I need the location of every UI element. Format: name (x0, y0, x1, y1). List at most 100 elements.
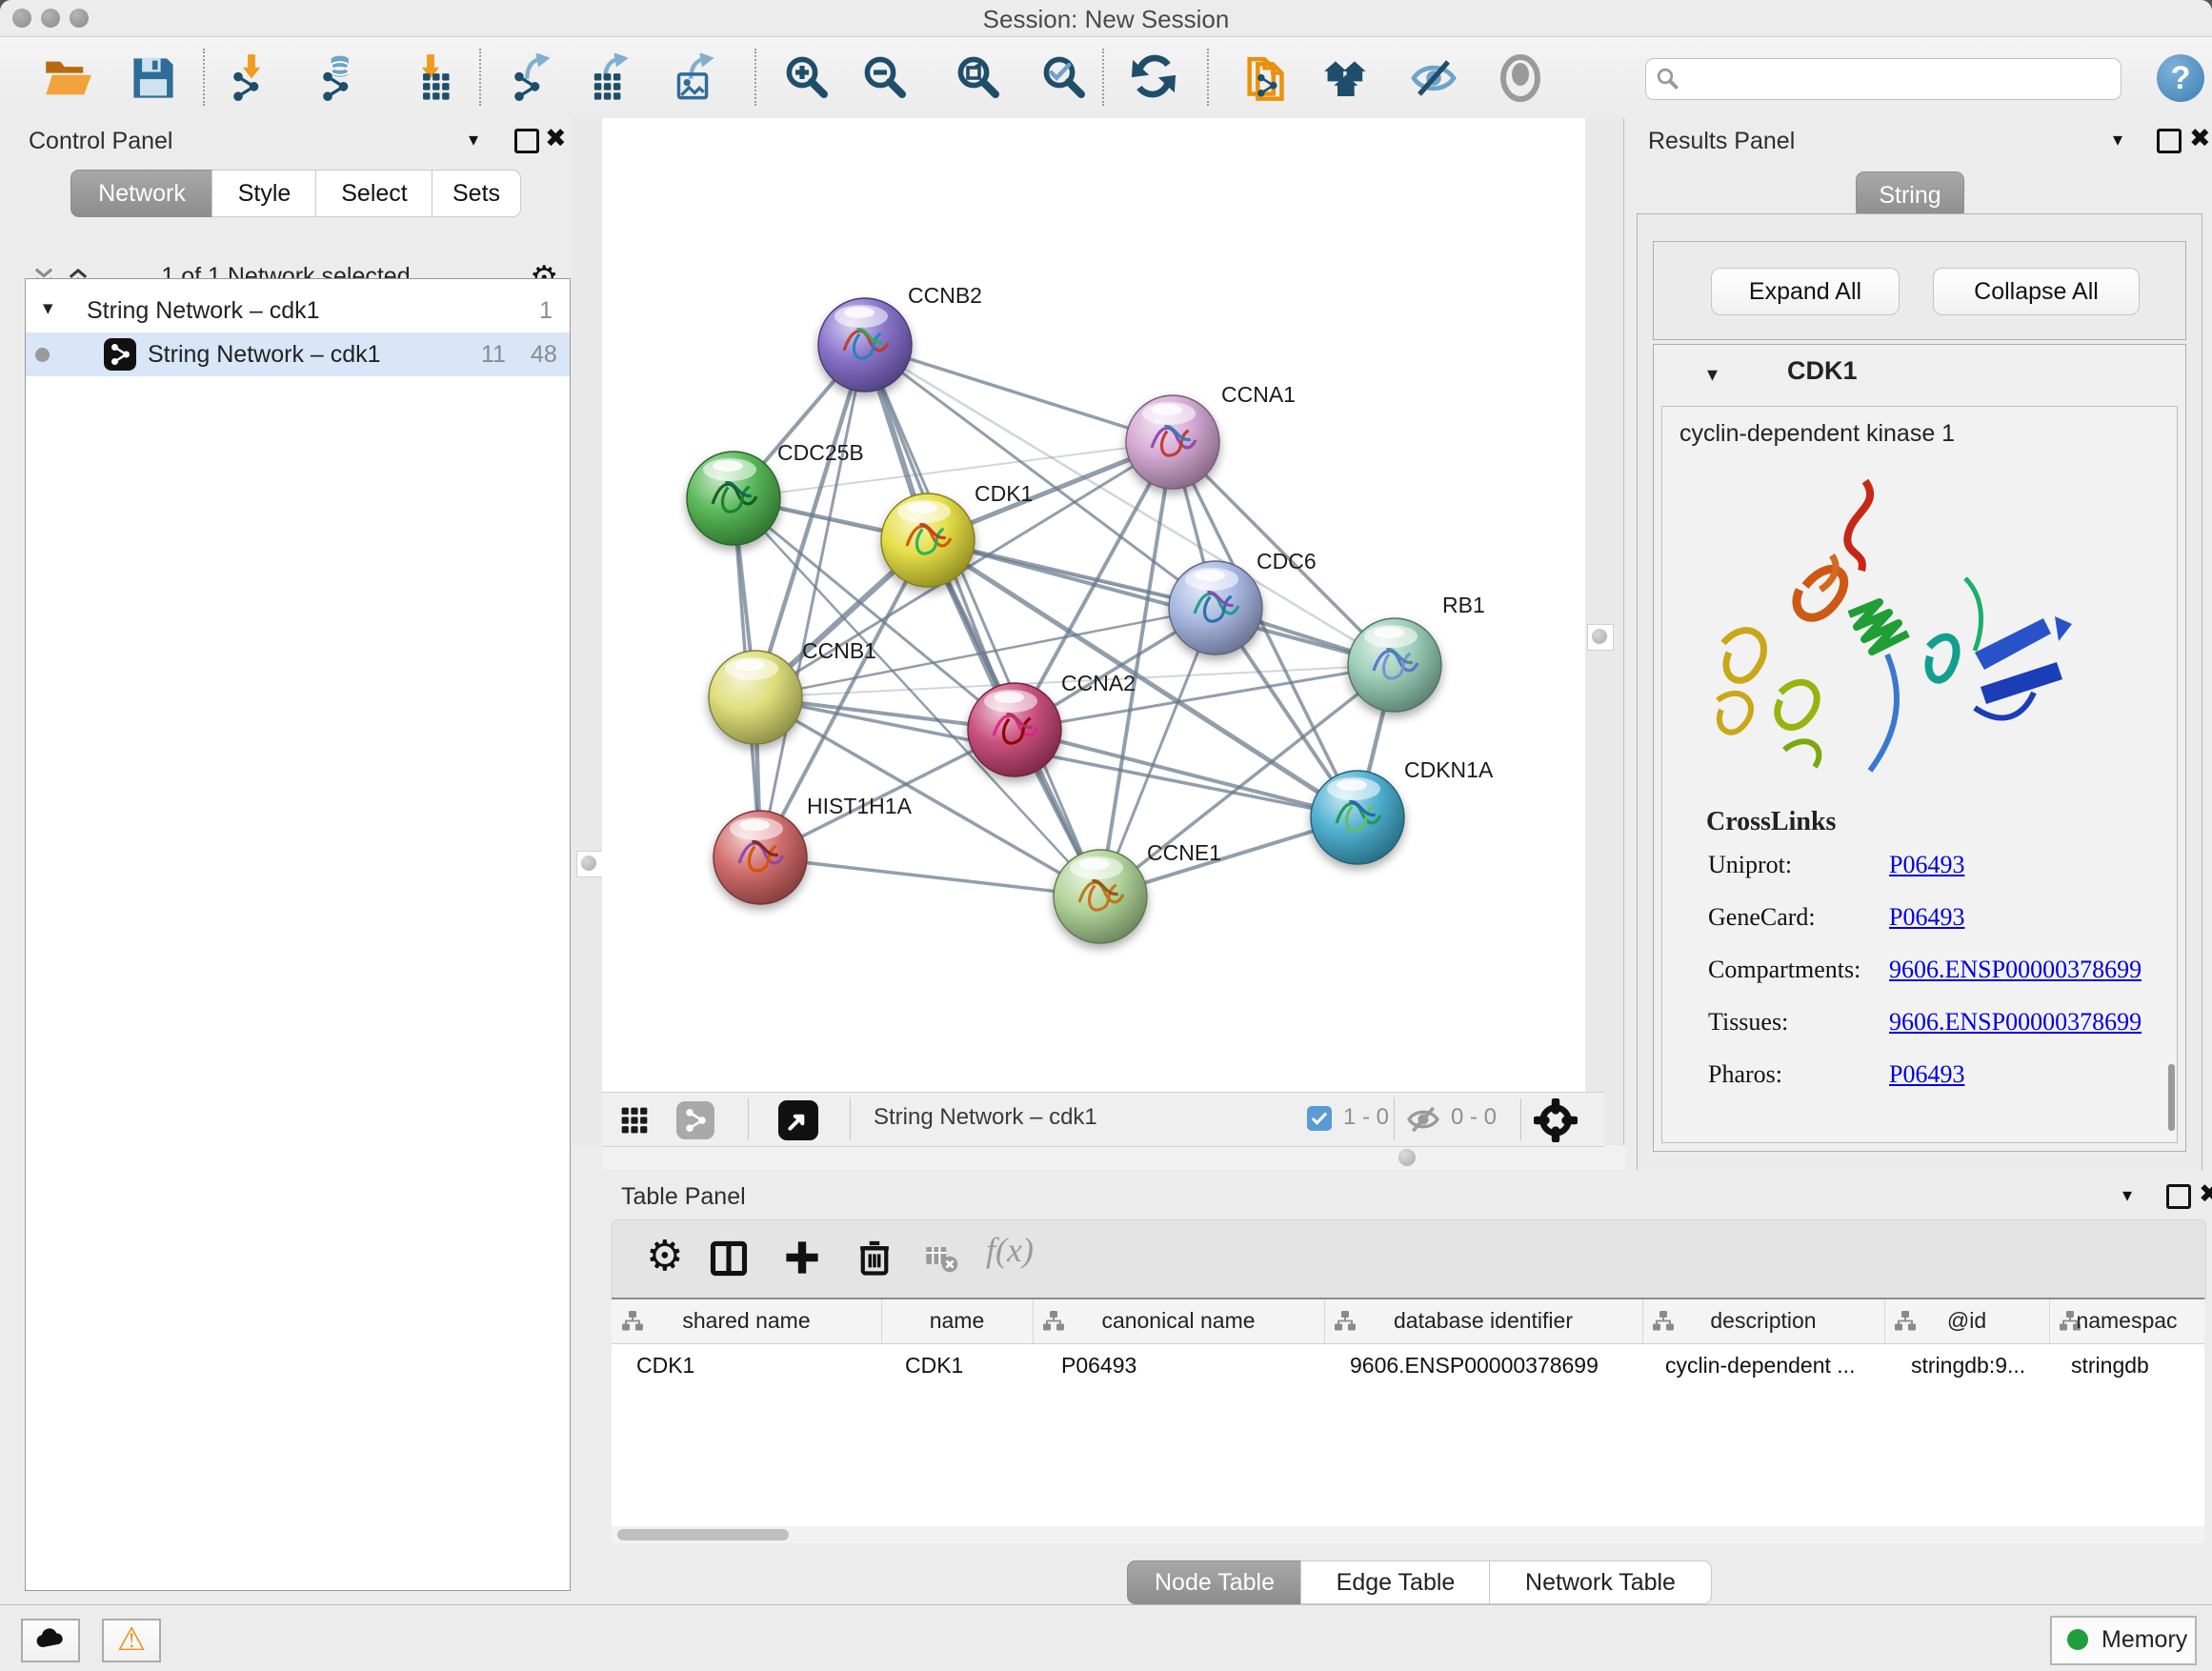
results-panel: Results Panel ▾ ✖ String Expand All Coll… (1625, 118, 2212, 1170)
string-results-container: Expand All Collapse All ▾ CDK1 cyclin-de… (1637, 213, 2202, 1250)
network-node-CDC25B[interactable] (687, 452, 780, 545)
network-collection-row[interactable]: ▾ String Network – cdk1 1 (26, 289, 570, 332)
network-node-CDK1[interactable] (881, 493, 975, 587)
network-canvas[interactable]: CCNB2CCNA1CDC25BCDK1CDC6RB1CCNB1CCNA2CDK… (602, 118, 1585, 1092)
tab-network-table[interactable]: Network Table (1489, 1560, 1712, 1604)
results-scrollbar-thumb[interactable] (2168, 1064, 2175, 1131)
network-node-label-CDC25B: CDC25B (777, 440, 864, 465)
tab-node-table[interactable]: Node Table (1127, 1560, 1302, 1604)
expand-collapse-box: Expand All Collapse All (1653, 241, 2186, 340)
column-header-database-identifier[interactable]: database identifier (1324, 1299, 1643, 1343)
tab-string[interactable]: String (1856, 171, 1964, 219)
table-options-gear-icon[interactable]: ⚙ (646, 1236, 683, 1278)
panel-float-icon[interactable] (514, 129, 539, 153)
export-table-button[interactable] (586, 53, 635, 103)
left-splitter[interactable] (572, 118, 604, 1145)
crosslink-compartments-link[interactable]: 9606.ENSP00000378699 (1889, 956, 2142, 984)
left-splitter-grip[interactable] (576, 851, 603, 877)
panel-float-icon[interactable] (2157, 129, 2182, 153)
show-all-eye-button[interactable] (1496, 53, 1545, 103)
network-node-CDKN1A[interactable] (1311, 771, 1404, 864)
warning-button[interactable]: ⚠ (102, 1619, 161, 1662)
import-network-file-button[interactable] (227, 53, 276, 103)
section-expander-icon[interactable]: ▾ (1707, 362, 1718, 387)
expand-all-button[interactable]: Expand All (1711, 268, 1900, 315)
footer-separator (1520, 1098, 1521, 1140)
first-neighbors-button[interactable] (1241, 53, 1291, 103)
network-edge-CCNB2-CCNA1[interactable] (865, 345, 1173, 442)
export-image-button[interactable] (672, 53, 721, 103)
column-header-canonical-name[interactable]: canonical name (1033, 1299, 1325, 1343)
open-session-button[interactable] (43, 53, 92, 103)
panel-menu-arrow-icon[interactable]: ▾ (2122, 1183, 2132, 1207)
panel-float-icon[interactable] (2166, 1184, 2191, 1209)
crosslink-row: Uniprot: P06493 (1662, 851, 2177, 902)
right-splitter[interactable] (1585, 118, 1626, 1145)
tree-expander-icon[interactable]: ▾ (43, 296, 53, 320)
tab-network[interactable]: Network (70, 170, 213, 217)
column-header-id[interactable]: @id (1884, 1299, 2050, 1343)
toolbar-search-box[interactable] (1645, 58, 2122, 100)
tab-sets[interactable]: Sets (432, 170, 521, 217)
column-header-shared-name[interactable]: shared name (612, 1299, 882, 1343)
tab-style[interactable]: Style (211, 170, 317, 217)
show-columns-icon[interactable] (708, 1238, 750, 1279)
tab-edge-table[interactable]: Edge Table (1300, 1560, 1491, 1604)
crosslink-row: Pharos: P06493 (1662, 1060, 2177, 1112)
save-session-button[interactable] (129, 53, 178, 103)
crosslink-uniprot-link[interactable]: P06493 (1889, 851, 1964, 879)
network-edge-HIST1H1A-CCNE1[interactable] (760, 857, 1100, 896)
scrollbar-thumb[interactable] (617, 1529, 789, 1540)
network-node-RB1[interactable] (1348, 618, 1441, 712)
hide-selected-button[interactable] (1323, 53, 1373, 103)
network-node-CCNA1[interactable] (1126, 395, 1219, 489)
selected-checkbox-icon[interactable] (1307, 1106, 1332, 1131)
export-network-button[interactable] (508, 53, 557, 103)
column-header-namespace[interactable]: namespac (2049, 1299, 2204, 1343)
column-header-name[interactable]: name (881, 1299, 1034, 1343)
network-node-CCNE1[interactable] (1054, 850, 1147, 943)
tab-select[interactable]: Select (315, 170, 433, 217)
panel-close-icon[interactable]: ✖ (2199, 1179, 2212, 1209)
crosslink-pharos-link[interactable]: P06493 (1889, 1060, 1964, 1089)
column-header-description[interactable]: description (1642, 1299, 1885, 1343)
delete-column-trash-icon[interactable] (855, 1237, 895, 1277)
network-node-CDC6[interactable] (1169, 561, 1262, 654)
zoom-fit-button[interactable] (955, 53, 1004, 103)
zoom-out-button[interactable] (861, 53, 911, 103)
import-network-database-button[interactable] (316, 53, 366, 103)
cloud-button[interactable] (21, 1619, 80, 1662)
panel-close-icon[interactable]: ✖ (2189, 124, 2211, 153)
zoom-in-button[interactable] (783, 53, 833, 103)
network-node-CCNA2[interactable] (968, 683, 1061, 776)
horizontal-splitter-grip[interactable] (1398, 1149, 1416, 1166)
right-splitter-grip[interactable] (1587, 624, 1614, 651)
apply-layout-button[interactable] (1131, 53, 1180, 103)
panel-close-icon[interactable]: ✖ (545, 124, 567, 153)
grid-view-icon[interactable] (619, 1105, 650, 1136)
birdseye-view-icon[interactable] (778, 1100, 818, 1140)
panel-menu-arrow-icon[interactable]: ▾ (2113, 128, 2122, 151)
pan-crosshair-icon[interactable] (1534, 1098, 1578, 1142)
network-edge-CCNB2-HIST1H1A[interactable] (760, 345, 865, 857)
network-node-CCNB1[interactable] (709, 651, 802, 744)
network-node-label-CDKN1A: CDKN1A (1404, 757, 1494, 782)
hidden-eye-icon[interactable] (1407, 1103, 1439, 1136)
help-button[interactable]: ? (2157, 54, 2204, 102)
memory-label: Memory (2101, 1626, 2187, 1654)
hide-unselected-eye-button[interactable] (1409, 53, 1458, 103)
crosslink-genecard-link[interactable]: P06493 (1889, 903, 1964, 932)
search-input[interactable] (1688, 61, 2111, 95)
collapse-all-button[interactable]: Collapse All (1933, 268, 2140, 315)
table-horizontal-scrollbar[interactable] (612, 1526, 2204, 1543)
memory-button[interactable]: Memory (2050, 1616, 2197, 1665)
crosslink-tissues-link[interactable]: 9606.ENSP00000378699 (1889, 1008, 2142, 1037)
network-node-HIST1H1A[interactable] (714, 811, 807, 904)
zoom-selected-button[interactable] (1040, 53, 1090, 103)
share-view-icon[interactable] (676, 1101, 714, 1139)
import-table-button[interactable] (406, 53, 455, 103)
network-row-selected[interactable]: String Network – cdk1 11 48 (26, 332, 570, 376)
add-column-icon[interactable] (782, 1238, 822, 1278)
network-node-CCNB2[interactable] (818, 298, 912, 392)
panel-menu-arrow-icon[interactable]: ▾ (469, 128, 478, 151)
